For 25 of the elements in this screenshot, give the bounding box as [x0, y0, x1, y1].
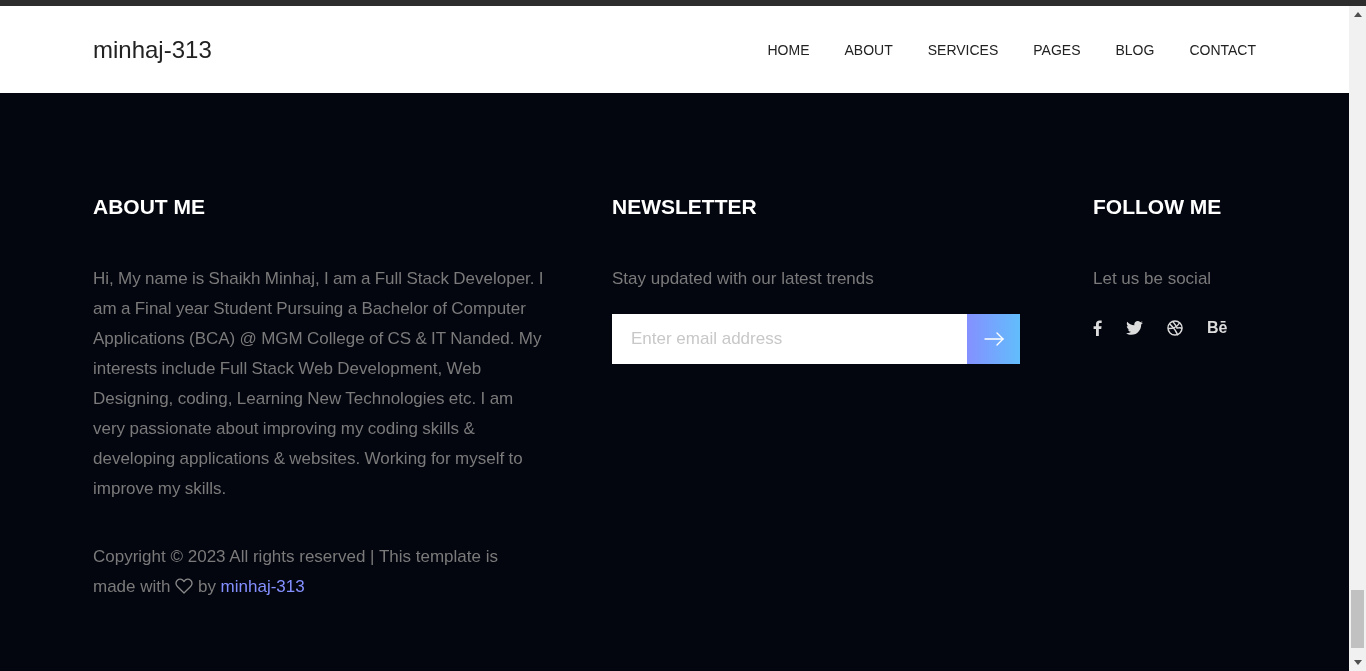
scroll-down-icon[interactable] — [1353, 660, 1362, 665]
scrollbar[interactable] — [1349, 6, 1366, 671]
about-heading: ABOUT ME — [93, 194, 206, 220]
nav-link[interactable]: ABOUT — [844, 41, 893, 58]
nav-link[interactable]: BLOG — [1115, 41, 1155, 58]
twitter-bird-icon[interactable] — [1126, 321, 1143, 335]
right-arrow-icon — [983, 332, 1004, 346]
nav-link[interactable]: SERVICES — [927, 41, 999, 58]
dribbble-ball-icon[interactable] — [1167, 320, 1183, 336]
copyright-text: Copyright © 2023 All rights reserved | This template is made with by minhaj-313 — [93, 546, 499, 598]
scrollbar-thumb[interactable] — [1351, 590, 1364, 648]
nav-link[interactable]: PAGES — [1033, 41, 1081, 58]
newsletter-heading: NEWSLETTER — [612, 194, 758, 220]
follow-heading: FOLLOW ME — [1093, 194, 1223, 220]
nav-link[interactable]: HOME — [767, 41, 810, 58]
social-text: Let us be social — [1093, 268, 1213, 290]
nav-link[interactable]: CONTACT — [1189, 41, 1256, 58]
author-link[interactable]: minhaj-313 — [220, 577, 305, 596]
heart-icon — [175, 578, 194, 594]
about-paragraph: Hi, My name is Shaikh Minhaj, I am a Full Stack Developer. I am a Final year Student Pursuing a Bachelor of Computer Applications (BCA) @ MGM College of CS & IT Nanded. My interests include Full Stack Web Development, Web Designing, coding, Learning New Technologies etc. I am very passionate about improving my coding skills & developing applications & websites. Working for myself to improve my skills. — [93, 268, 545, 500]
behance-icon[interactable]: Bē — [1207, 319, 1228, 337]
site-logo[interactable]: minhaj-313 — [93, 35, 212, 64]
scroll-up-icon[interactable] — [1353, 12, 1362, 17]
newsletter-text: Stay updated with our latest trends — [612, 268, 875, 290]
facebook-icon[interactable] — [1093, 320, 1102, 336]
